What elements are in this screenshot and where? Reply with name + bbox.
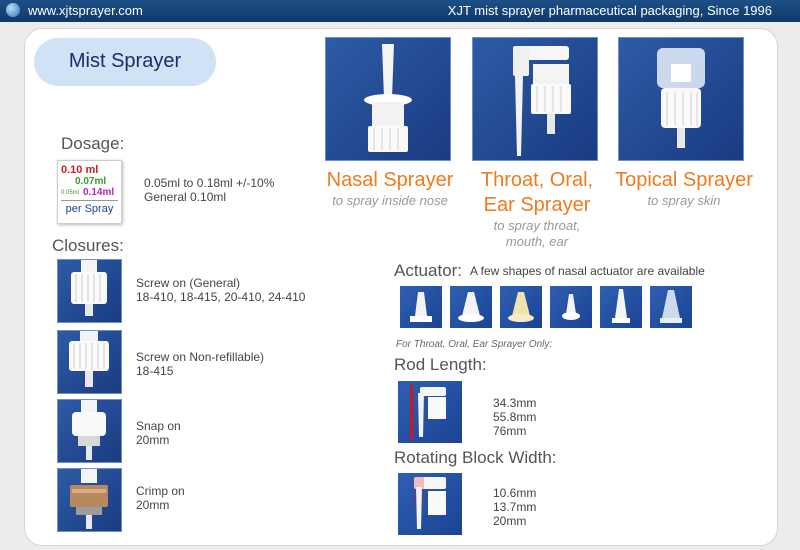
throat-sprayer-image [472, 37, 598, 161]
actuator-description: A few shapes of nasal actuator are avail… [470, 264, 705, 278]
actuator-heading: Actuator: [394, 261, 463, 280]
actuator-thumb-1 [400, 286, 442, 328]
nonrefillable-closure-illustration [69, 331, 109, 387]
closure-crimp-image [57, 468, 122, 532]
rod-length-illustration [410, 385, 446, 439]
site-url-link[interactable]: www.xjtsprayer.com [28, 3, 143, 18]
nasal-sprayer-title: Nasal Sprayer [326, 169, 454, 191]
topical-sprayer-title: Topical Sprayer [615, 169, 753, 191]
closure-4-type: Crimp on [136, 484, 185, 498]
dose-unit: per Spray [65, 203, 114, 215]
actuator-thumb-4 [550, 286, 592, 328]
closure-1-type: Screw on (General) [136, 276, 241, 290]
screw-closure-illustration [71, 260, 107, 316]
topical-sprayer-illustration [657, 48, 705, 148]
actuator-thumb-3 [500, 286, 542, 328]
title-pill: Mist Sprayer [34, 38, 216, 86]
page-title: Mist Sprayer [68, 50, 182, 72]
rotating-width-2: 13.7mm [493, 500, 537, 514]
closure-4-sizes: 20mm [136, 498, 170, 512]
rotating-width-3: 20mm [493, 514, 527, 528]
closure-snap-image [57, 399, 122, 463]
dosage-heading: Dosage: [61, 134, 125, 153]
nasal-sprayer-image [325, 37, 451, 161]
dose-value-2: 0.07ml [75, 176, 107, 187]
throat-sprayer-illustration [513, 46, 571, 156]
white-tall-actuator-icon [612, 289, 630, 323]
crimp-closure-illustration [70, 469, 108, 529]
dosage-general: General 0.10ml [144, 190, 227, 204]
nasal-sprayer-illustration [364, 44, 412, 152]
dosage-range: 0.05ml to 0.18ml +/-10% [144, 176, 275, 190]
closure-3-type: Snap on [136, 419, 181, 433]
dose-value-1: 0.10 ml [61, 164, 99, 176]
rotating-block-image [398, 473, 462, 535]
actuator-thumb-5 [600, 286, 642, 328]
snap-closure-illustration [72, 400, 106, 460]
throat-only-note: For Throat, Oral, Ear Sprayer Only: [396, 339, 553, 350]
rod-length-image [398, 381, 462, 443]
rod-length-heading: Rod Length: [394, 355, 487, 374]
throat-sprayer-title-line1: Throat, Oral, [480, 169, 594, 191]
white-bell-actuator-icon [458, 292, 484, 322]
translucent-actuator-icon [660, 290, 682, 323]
closures-heading: Closures: [52, 236, 124, 255]
white-round-actuator-icon [562, 294, 580, 320]
cream-actuator-icon [508, 292, 534, 322]
rod-length-1: 34.3mm [493, 396, 537, 410]
dose-value-3-small: 0.05ml [61, 190, 80, 196]
closure-2-type: Screw on Non-refillable) [136, 350, 265, 364]
dose-value-3: 0.14ml [83, 187, 115, 198]
dosage-card: 0.10 ml 0.07ml 0.05ml 0.14ml per Spray [57, 160, 122, 224]
closure-screw-nonrefillable-image [57, 330, 122, 394]
throat-sprayer-subtitle-line1: to spray throat, [493, 218, 581, 233]
rotating-block-heading: Rotating Block Width: [394, 448, 557, 467]
rotating-block-illustration [414, 477, 446, 529]
globe-icon [6, 3, 20, 17]
white-conical-actuator-icon [410, 292, 432, 322]
top-bar: www.xjtsprayer.com XJT mist sprayer phar… [0, 0, 800, 22]
actuator-thumb-6 [650, 286, 692, 328]
throat-sprayer-title-line2: Ear Sprayer [483, 194, 591, 216]
topical-sprayer-image [618, 37, 744, 161]
closure-1-sizes: 18-410, 18-415, 20-410, 24-410 [136, 290, 306, 304]
dose-divider [61, 200, 118, 201]
rod-length-3: 76mm [493, 424, 527, 438]
company-tagline: XJT mist sprayer pharmaceutical packagin… [447, 3, 772, 18]
actuator-thumb-2 [450, 286, 492, 328]
throat-sprayer-subtitle-line2: mouth, ear [505, 234, 569, 249]
rotating-width-1: 10.6mm [493, 486, 537, 500]
closure-screw-general-image [57, 259, 122, 323]
topical-sprayer-subtitle: to spray skin [647, 193, 721, 208]
nasal-sprayer-subtitle: to spray inside nose [332, 193, 448, 208]
closure-2-sizes: 18-415 [136, 364, 174, 378]
closure-3-sizes: 20mm [136, 433, 170, 447]
rod-length-2: 55.8mm [493, 410, 537, 424]
